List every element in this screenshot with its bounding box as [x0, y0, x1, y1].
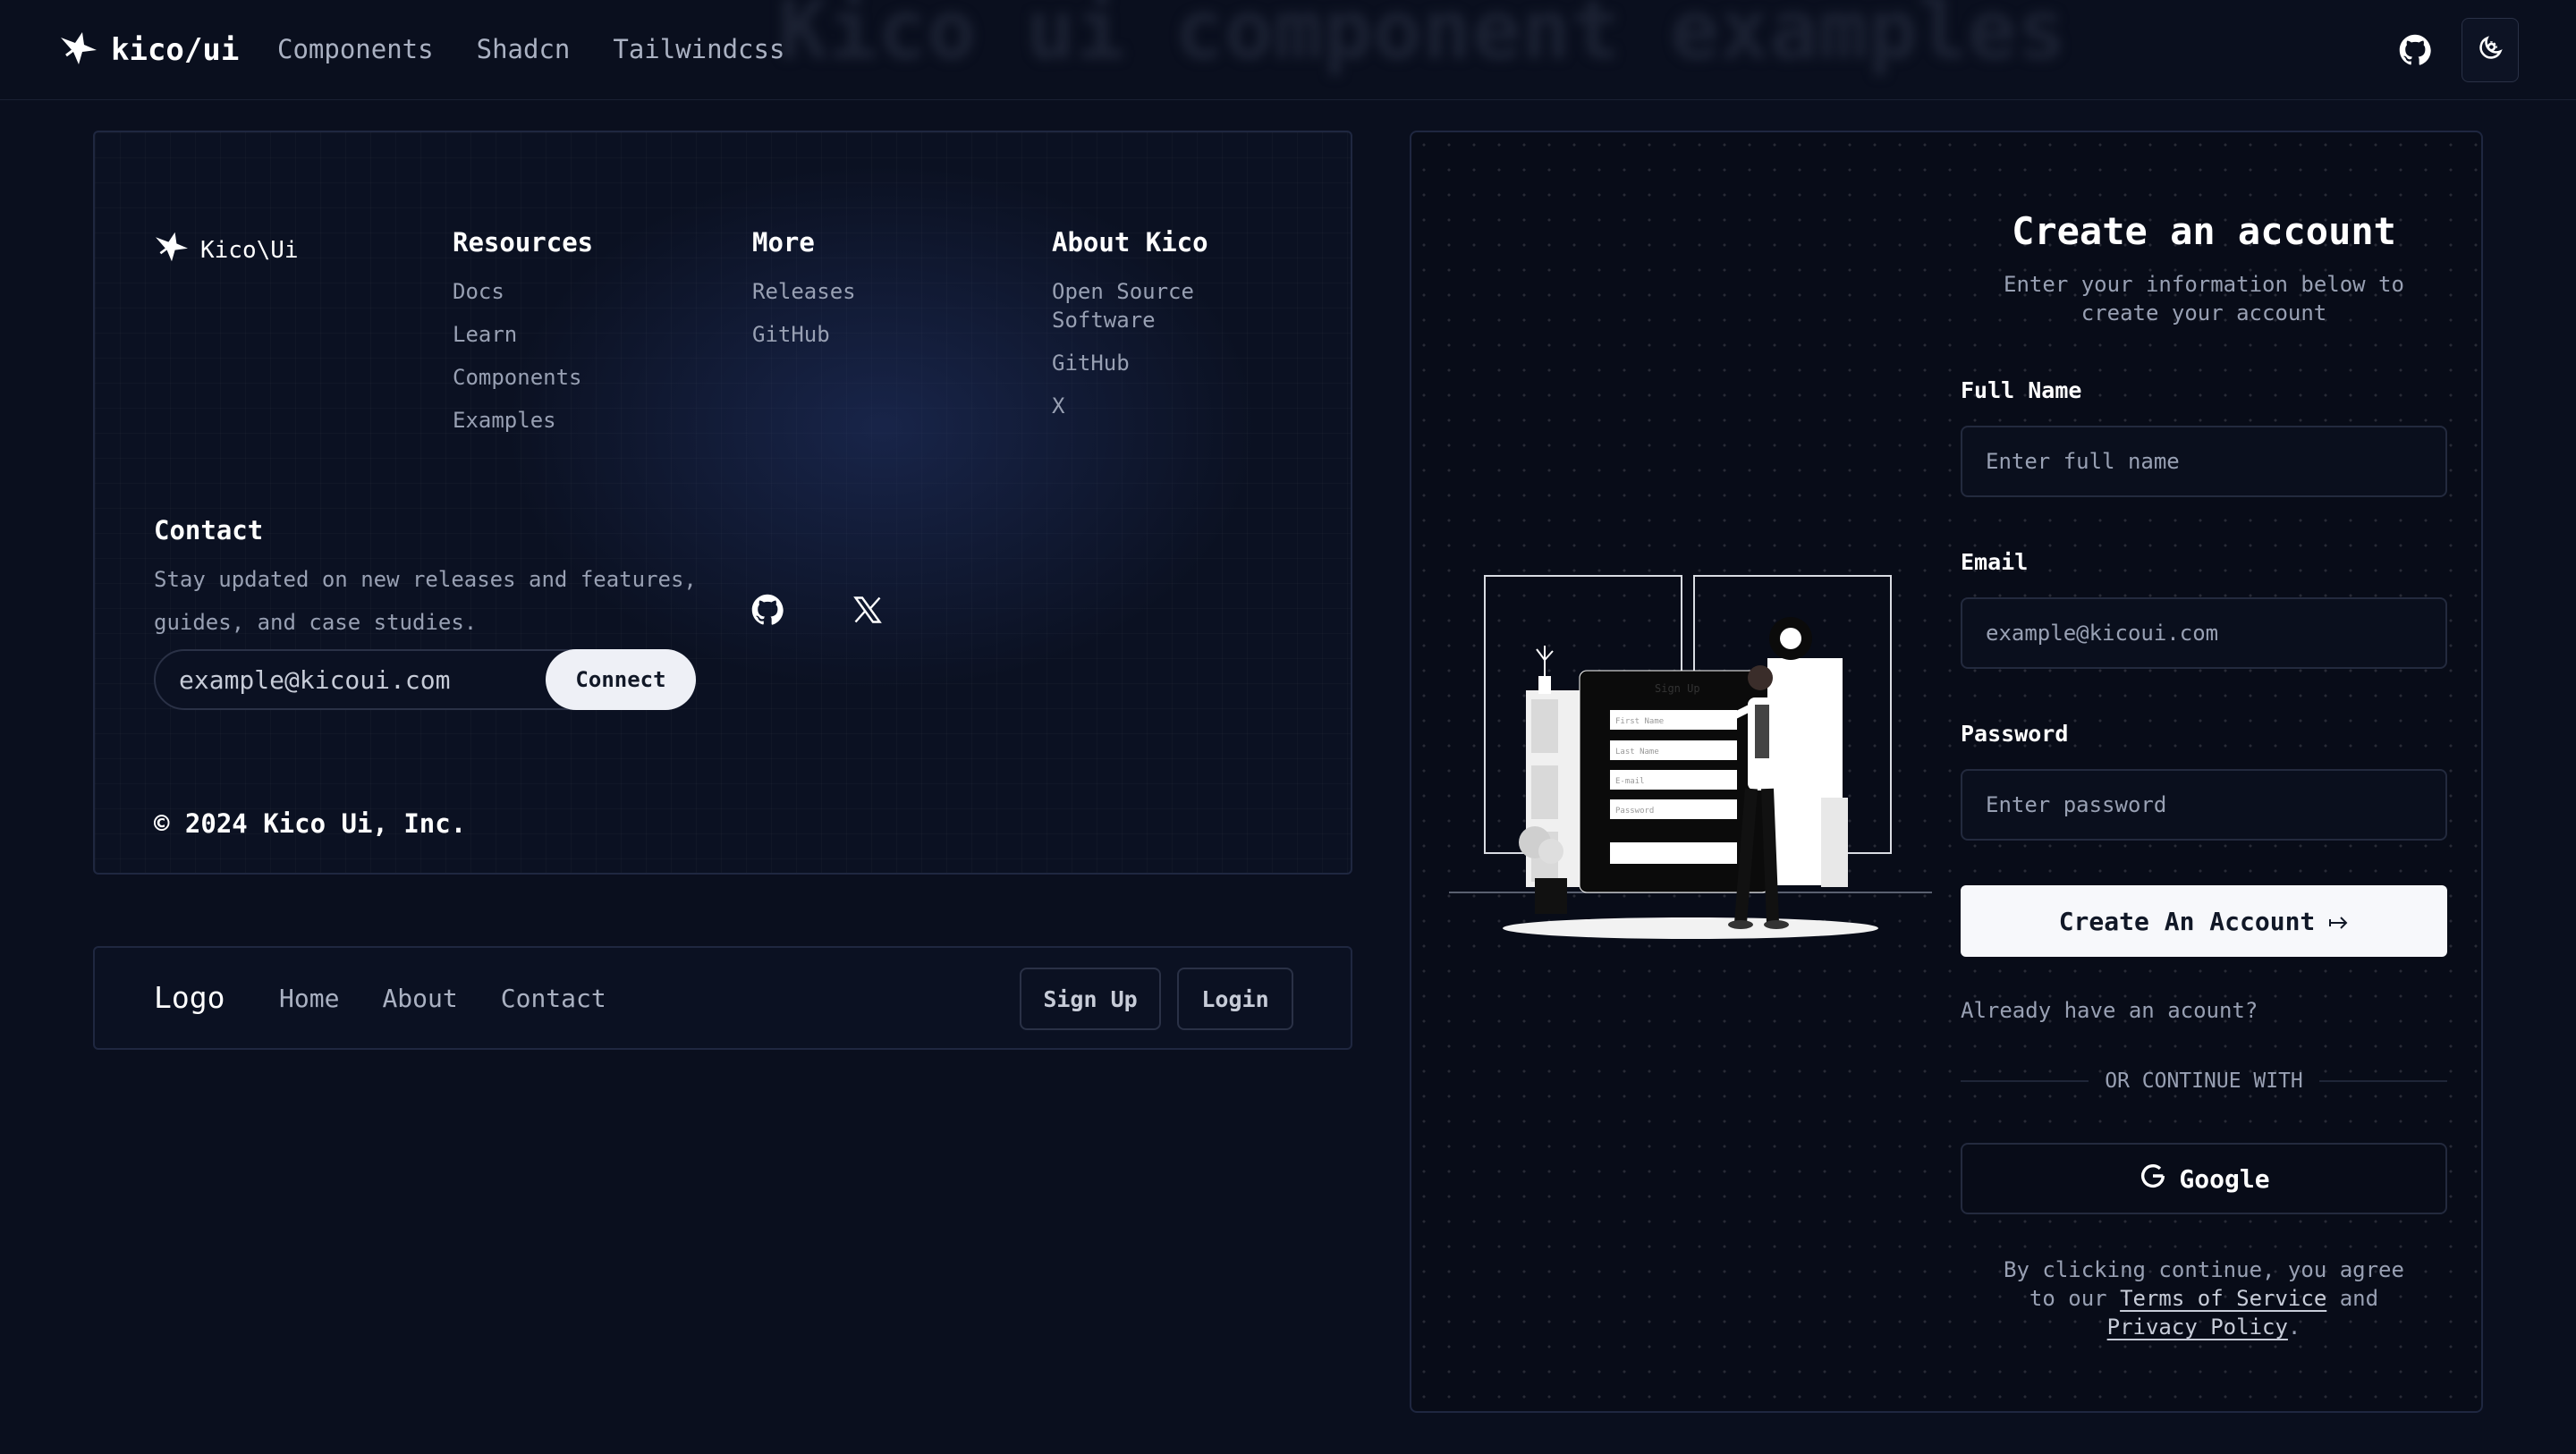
privacy-policy-link[interactable]: Privacy Policy [2107, 1315, 2288, 1340]
footer-example-card: Kico\Ui Resources Docs Learn Components … [93, 131, 1352, 875]
footer-link-releases[interactable]: Releases [752, 277, 856, 306]
terms-text: By clicking continue, you agree to our T… [1987, 1255, 2420, 1341]
moon-sun-icon [2475, 33, 2505, 67]
theme-toggle-button[interactable] [2462, 18, 2519, 82]
footer-link-examples[interactable]: Examples [453, 406, 593, 435]
illustration-field-first-name: First Name [1615, 717, 1664, 726]
signup-subtitle: Enter your information below to create y… [2004, 272, 2404, 325]
signup-title: Create an account [2012, 209, 2396, 253]
create-account-label: Create An Account [2058, 906, 2316, 936]
terms-and: and [2339, 1286, 2379, 1311]
footer-logo-text: Kico\Ui [200, 236, 299, 264]
top-nav-links: Components Shadcn Tailwindcss [277, 34, 784, 64]
footer-column-resources: Resources Docs Learn Components Examples [453, 227, 593, 449]
navbar-link-home[interactable]: Home [279, 984, 339, 1013]
footer-column-about: About Kico Open Source Software GitHub X [1052, 227, 1231, 435]
footer-link-components[interactable]: Components [453, 363, 593, 392]
copyright-text: © 2024 Kico Ui, Inc. [154, 808, 467, 839]
or-divider: OR CONTINUE WITH [1961, 1069, 2447, 1093]
brand-link[interactable]: kico/ui [59, 30, 239, 70]
sign-up-button[interactable]: Sign Up [1020, 968, 1161, 1030]
google-label: Google [2179, 1163, 2270, 1194]
google-icon [2138, 1161, 2168, 1197]
top-navbar: Kico ui component examples kico/ui Compo… [0, 0, 2576, 100]
illustration-heading: Sign Up [1655, 682, 1700, 695]
arrow-right-icon [2329, 907, 2349, 936]
footer-link-x[interactable]: X [1052, 392, 1231, 420]
footer-link-docs[interactable]: Docs [453, 277, 593, 306]
nav-link-components[interactable]: Components [277, 34, 434, 64]
illustration-field-last-name: Last Name [1615, 748, 1659, 757]
footer-logo[interactable]: Kico\Ui [154, 231, 299, 269]
login-button[interactable]: Login [1177, 968, 1293, 1030]
brand-name: kico/ui [111, 32, 240, 68]
fullname-label: Full Name [1961, 377, 2082, 403]
nav-link-shadcn[interactable]: Shadcn [477, 34, 571, 64]
contact-description: Stay updated on new releases and feature… [154, 567, 697, 635]
fullname-input[interactable] [1961, 426, 2447, 497]
contact-title: Contact [154, 515, 264, 545]
illustration-field-email: E-mail [1615, 777, 1645, 786]
connect-button[interactable]: Connect [546, 649, 696, 710]
kico-logo-icon [59, 30, 98, 70]
footer-link-github[interactable]: GitHub [752, 320, 856, 349]
navbar-logo[interactable]: Logo [154, 980, 225, 1015]
navbar-link-about[interactable]: About [382, 984, 457, 1013]
terms-end: . [2287, 1315, 2301, 1340]
nav-link-tailwindcss[interactable]: Tailwindcss [613, 34, 784, 64]
google-signin-button[interactable]: Google [1961, 1143, 2447, 1214]
column-title: About Kico [1052, 227, 1208, 258]
footer-link-github-about[interactable]: GitHub [1052, 349, 1231, 377]
newsletter-email-input[interactable] [179, 664, 537, 696]
password-input[interactable] [1961, 769, 2447, 841]
terms-of-service-link[interactable]: Terms of Service [2120, 1286, 2326, 1311]
x-icon[interactable] [852, 594, 884, 630]
or-continue-text: OR CONTINUE WITH [2105, 1069, 2303, 1093]
navbar-links: Home About Contact [279, 984, 606, 1013]
contact-section: Contact Stay updated on new releases and… [154, 515, 726, 644]
kico-logo-icon [154, 231, 190, 269]
column-title: More [752, 227, 815, 258]
signup-illustration: Sign Up First Name Last Name E-mail Pass… [1449, 574, 1932, 953]
newsletter-form: Connect [154, 649, 696, 710]
column-title: Resources [453, 227, 594, 258]
footer-column-more: More Releases GitHub [752, 227, 856, 363]
signup-example-card: Sign Up First Name Last Name E-mail Pass… [1410, 131, 2483, 1413]
email-input[interactable] [1961, 597, 2447, 669]
navbar-link-contact[interactable]: Contact [501, 984, 606, 1013]
email-label: Email [1961, 549, 2029, 575]
github-icon[interactable] [2399, 34, 2431, 70]
password-label: Password [1961, 721, 2069, 747]
navbar-example-card: Logo Home About Contact Sign Up Login [93, 946, 1352, 1050]
github-icon[interactable] [751, 594, 784, 630]
footer-link-open-source[interactable]: Open Source Software [1052, 277, 1231, 334]
ghost-page-title: Kico ui component examples [778, 0, 2067, 78]
create-account-button[interactable]: Create An Account [1961, 885, 2447, 957]
footer-link-learn[interactable]: Learn [453, 320, 593, 349]
already-have-account-link[interactable]: Already have an acount? [1961, 998, 2258, 1023]
illustration-field-password: Password [1615, 807, 1654, 816]
